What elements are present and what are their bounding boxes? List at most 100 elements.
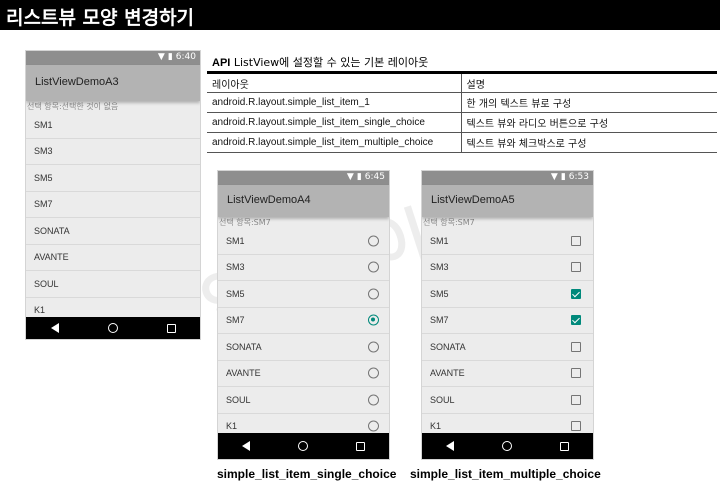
table-row: android.R.layout.simple_list_item_1 한 개의…: [207, 92, 717, 113]
back-icon[interactable]: [242, 441, 250, 451]
table-header-description: 설명: [460, 71, 717, 93]
checkbox[interactable]: [571, 315, 581, 326]
recents-icon[interactable]: [560, 441, 569, 451]
list-item-label: AVANTE: [34, 252, 69, 263]
home-icon[interactable]: [502, 441, 512, 451]
list-item[interactable]: SOUL: [26, 271, 200, 298]
list-item-label: K1: [226, 421, 238, 432]
list-item[interactable]: SONATA: [26, 218, 200, 245]
checkbox[interactable]: [571, 262, 581, 273]
list-item[interactable]: SONATA: [218, 334, 389, 361]
api-badge: API: [212, 57, 231, 69]
list-item-label: SM5: [34, 172, 53, 183]
app-title: ListViewDemoA4: [227, 194, 311, 206]
app-bar: ListViewDemoA5: [422, 185, 593, 217]
phone-single-choice: ▼ ▮ 6:45 ListViewDemoA4 선택 항목:SM7 SM1 SM3 SM5 SM…: [217, 170, 390, 460]
list-item[interactable]: SM1: [422, 228, 593, 255]
list-item[interactable]: SM7: [422, 308, 593, 334]
radio-button[interactable]: [368, 288, 379, 300]
wifi-icon: ▼: [346, 172, 354, 182]
list-item-label: SM1: [430, 235, 449, 246]
list-item-label: SM7: [430, 315, 449, 326]
checkbox[interactable]: [571, 421, 581, 432]
list-item-label: SONATA: [430, 341, 466, 352]
list-item[interactable]: SM3: [26, 139, 200, 165]
list-item-label: SONATA: [226, 341, 262, 352]
wifi-icon: ▼: [157, 52, 165, 62]
list-item[interactable]: SM5: [218, 281, 389, 308]
list-item-label: SM3: [430, 262, 449, 273]
list-item[interactable]: SM5: [422, 281, 593, 308]
radio-button[interactable]: [368, 261, 379, 273]
app-title: ListViewDemoA5: [431, 194, 515, 206]
table-row: android.R.layout.simple_list_item_multip…: [207, 132, 717, 153]
app-bar: ListViewDemoA3: [26, 65, 200, 101]
navigation-bar: [422, 433, 593, 459]
list-item-label: SM3: [226, 262, 245, 273]
list-item[interactable]: SM1: [26, 112, 200, 139]
selected-item-text: 선택 항목:SM7: [423, 218, 475, 227]
battery-icon: ▮: [167, 52, 173, 62]
navigation-bar: [218, 433, 389, 459]
layout-table: 레이아웃 설명 android.R.layout.simple_list_ite…: [207, 71, 717, 153]
recents-icon[interactable]: [356, 441, 365, 451]
list-item[interactable]: SM5: [26, 165, 200, 192]
checkbox[interactable]: [571, 341, 581, 352]
radio-button[interactable]: [368, 394, 379, 406]
list-item[interactable]: SM3: [218, 255, 389, 281]
status-time: 6:45: [364, 172, 385, 182]
table-cell-layout: android.R.layout.simple_list_item_multip…: [207, 132, 462, 153]
back-icon[interactable]: [50, 323, 59, 333]
checkbox[interactable]: [571, 288, 581, 299]
list-item[interactable]: SOUL: [218, 387, 389, 414]
status-icons: ▼ ▮ 6:53: [551, 172, 589, 182]
list-item-label: SM7: [34, 199, 53, 210]
navigation-bar: [26, 317, 200, 339]
table-cell-layout: android.R.layout.simple_list_item_single…: [207, 112, 462, 133]
radio-button[interactable]: [368, 341, 379, 353]
phone-simple-list: ▼ ▮ 6:40 ListViewDemoA3 선택 항목:선택한 것이 없음 SM1 SM…: [25, 50, 201, 340]
radio-button[interactable]: [368, 420, 379, 432]
selected-item-text: 선택 항목:SM7: [219, 218, 271, 227]
battery-icon: ▮: [560, 172, 566, 182]
list-item[interactable]: SM3: [422, 255, 593, 281]
table-header-row: 레이아웃 설명: [207, 71, 717, 93]
slide-title: 리스트뷰 모양 변경하기: [6, 7, 195, 29]
status-bar: ▼ ▮ 6:53: [422, 171, 593, 185]
slide-title-bar: 리스트뷰 모양 변경하기: [0, 0, 720, 30]
back-icon[interactable]: [446, 441, 454, 451]
recents-icon[interactable]: [166, 323, 176, 333]
list-item-label: SOUL: [34, 278, 59, 289]
list-item-label: SM5: [430, 288, 449, 299]
status-time: 6:40: [175, 52, 196, 62]
checkbox[interactable]: [571, 368, 581, 379]
list-item[interactable]: AVANTE: [422, 361, 593, 387]
table-row: android.R.layout.simple_list_item_single…: [207, 112, 717, 133]
list-item[interactable]: SM7: [218, 308, 389, 334]
checkbox[interactable]: [571, 235, 581, 246]
home-icon[interactable]: [107, 323, 118, 333]
selected-item-text: 선택 항목:선택한 것이 없음: [27, 102, 119, 111]
radio-button[interactable]: [368, 367, 379, 379]
list-item[interactable]: SONATA: [422, 334, 593, 361]
status-bar: ▼ ▮ 6:40: [26, 51, 200, 65]
list-item[interactable]: AVANTE: [218, 361, 389, 387]
home-icon[interactable]: [298, 441, 308, 451]
list-item[interactable]: SM7: [26, 192, 200, 218]
list-item-label: SM5: [226, 288, 245, 299]
list-item-label: SOUL: [226, 394, 251, 405]
radio-button[interactable]: [368, 314, 379, 326]
battery-icon: ▮: [356, 172, 362, 182]
list-item[interactable]: SM1: [218, 228, 389, 255]
list-item[interactable]: SOUL: [422, 387, 593, 414]
list-item[interactable]: AVANTE: [26, 245, 200, 271]
table-cell-description: 텍스트 뷰와 라디오 버튼으로 구성: [460, 112, 717, 133]
phone-multiple-choice: ▼ ▮ 6:53 ListViewDemoA5 선택 항목:SM7 SM1 SM3 SM5 SM…: [421, 170, 594, 460]
status-icons: ▼ ▮ 6:45: [347, 172, 385, 182]
app-bar: ListViewDemoA4: [218, 185, 389, 217]
list-item-label: SM7: [226, 315, 245, 326]
table-header-layout: 레이아웃: [207, 71, 462, 93]
list-item-label: SM3: [34, 146, 53, 157]
checkbox[interactable]: [571, 394, 581, 405]
radio-button[interactable]: [368, 235, 379, 247]
